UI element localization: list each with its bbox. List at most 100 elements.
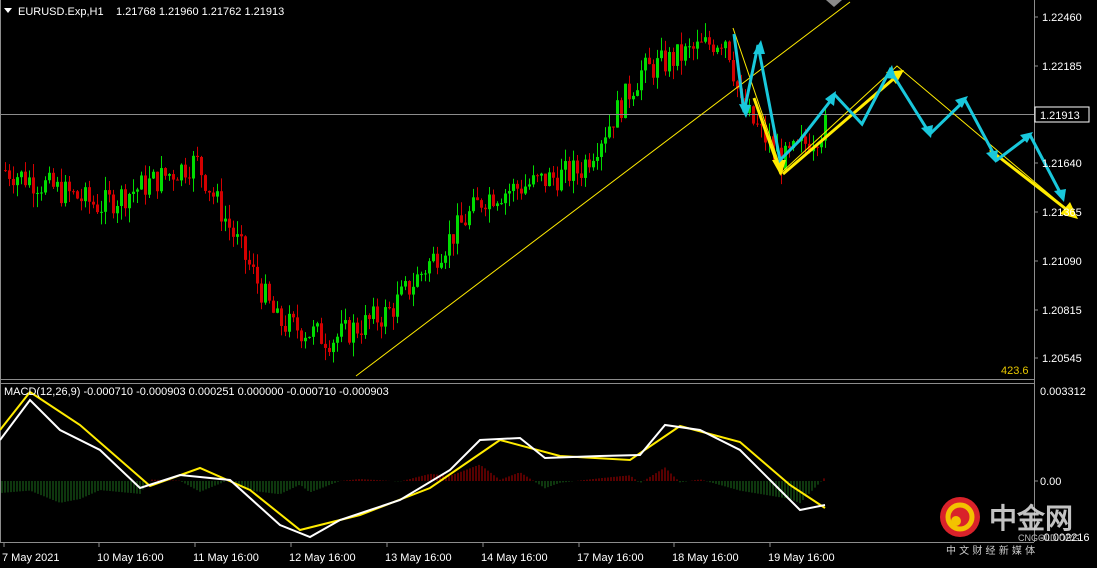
candle-body — [524, 186, 527, 194]
bottom-value-label: 423.6 — [1001, 365, 1029, 377]
candle-body — [360, 333, 363, 335]
candle-body — [640, 70, 643, 91]
candle-body — [252, 264, 255, 267]
candle-body — [432, 253, 435, 262]
candle-body — [652, 64, 655, 78]
candle-body — [144, 175, 147, 195]
candle-body — [668, 52, 671, 72]
candle-body — [112, 194, 115, 214]
candle-body — [40, 192, 43, 194]
candle-body — [240, 234, 243, 237]
candle-body — [108, 190, 111, 195]
candle-body — [120, 189, 123, 206]
price-tick: 1.20815 — [1042, 305, 1082, 317]
candle-body — [692, 46, 695, 49]
candle-body — [216, 191, 219, 197]
candle-body — [588, 159, 591, 168]
candle-body — [564, 161, 567, 170]
candle-body — [384, 307, 387, 327]
candle-body — [336, 336, 339, 343]
candle-body — [408, 281, 411, 295]
candle-body — [60, 181, 63, 204]
trading-chart[interactable]: EURUSD.Exp,H1 1.21768 1.21960 1.21762 1.… — [0, 0, 1097, 568]
candle-body — [84, 187, 87, 202]
candle-body — [192, 155, 195, 179]
candle-body — [220, 191, 223, 222]
candle-body — [80, 198, 83, 202]
candle-body — [536, 175, 539, 177]
candle-body — [624, 83, 627, 119]
candle-body — [328, 347, 331, 353]
candle-body — [352, 322, 355, 343]
time-tick: 19 May 16:00 — [768, 552, 835, 564]
candle-body — [580, 173, 583, 178]
candle-body — [448, 234, 451, 256]
candle-body — [232, 227, 235, 237]
candle-body — [644, 57, 647, 71]
candle-body — [648, 57, 651, 65]
candle-body — [716, 47, 719, 53]
candle-body — [176, 179, 179, 181]
candle-body — [236, 234, 239, 237]
candle-body — [700, 41, 703, 43]
candle-body — [260, 283, 263, 303]
candle-body — [656, 58, 659, 78]
candle-body — [204, 175, 207, 191]
candle-body — [140, 175, 143, 190]
candle-body — [424, 273, 427, 275]
candle-body — [44, 180, 47, 193]
time-tick: 7 May 2021 — [2, 552, 59, 564]
candle-body — [312, 326, 315, 337]
candle-body — [708, 37, 711, 45]
candle-body — [268, 283, 271, 301]
candle-body — [72, 191, 75, 193]
candle-body — [244, 236, 247, 260]
candle-body — [784, 145, 787, 171]
candle-body — [308, 336, 311, 338]
candle-body — [696, 41, 699, 49]
candle-body — [148, 178, 151, 195]
candle-body — [584, 159, 587, 178]
candle-body — [136, 189, 139, 192]
candle-body — [228, 218, 231, 228]
time-tick: 13 May 16:00 — [385, 552, 452, 564]
candle-body — [728, 41, 731, 61]
candle-body — [680, 44, 683, 61]
candle-body — [468, 211, 471, 226]
candle-body — [496, 203, 499, 207]
candle-body — [436, 253, 439, 268]
candle-body — [592, 160, 595, 168]
candle-body — [608, 126, 611, 138]
price-tick: 1.21365 — [1042, 207, 1082, 219]
candle-body — [132, 191, 135, 194]
candle-body — [676, 44, 679, 66]
candle-body — [364, 315, 367, 335]
watermark-cn-name: 中金网 — [989, 502, 1073, 535]
candle-body — [376, 306, 379, 323]
candle-body — [320, 323, 323, 344]
candle-body — [672, 52, 675, 66]
candle-body — [460, 215, 463, 223]
candle-body — [212, 192, 215, 197]
candle-body — [544, 173, 547, 187]
candle-body — [172, 174, 175, 180]
symbol-label: EURUSD.Exp,H1 — [18, 6, 104, 18]
candle-body — [560, 169, 563, 191]
candle-body — [480, 200, 483, 208]
candle-body — [604, 137, 607, 144]
candle-body — [380, 322, 383, 327]
macd-tick: 0.003312 — [1040, 386, 1086, 398]
candle-body — [500, 203, 503, 205]
candle-body — [388, 307, 391, 309]
candle-body — [368, 315, 371, 320]
price-tick: 1.21090 — [1042, 256, 1082, 268]
candle-body — [272, 300, 275, 313]
candle-body — [64, 181, 67, 204]
candle-body — [620, 100, 623, 119]
ohlc-values: 1.21768 1.21960 1.21762 1.21913 — [116, 6, 284, 18]
candle-body — [612, 126, 615, 128]
candle-body — [492, 194, 495, 207]
time-tick: 18 May 16:00 — [672, 552, 739, 564]
candle-body — [724, 41, 727, 49]
candle-body — [440, 262, 443, 268]
